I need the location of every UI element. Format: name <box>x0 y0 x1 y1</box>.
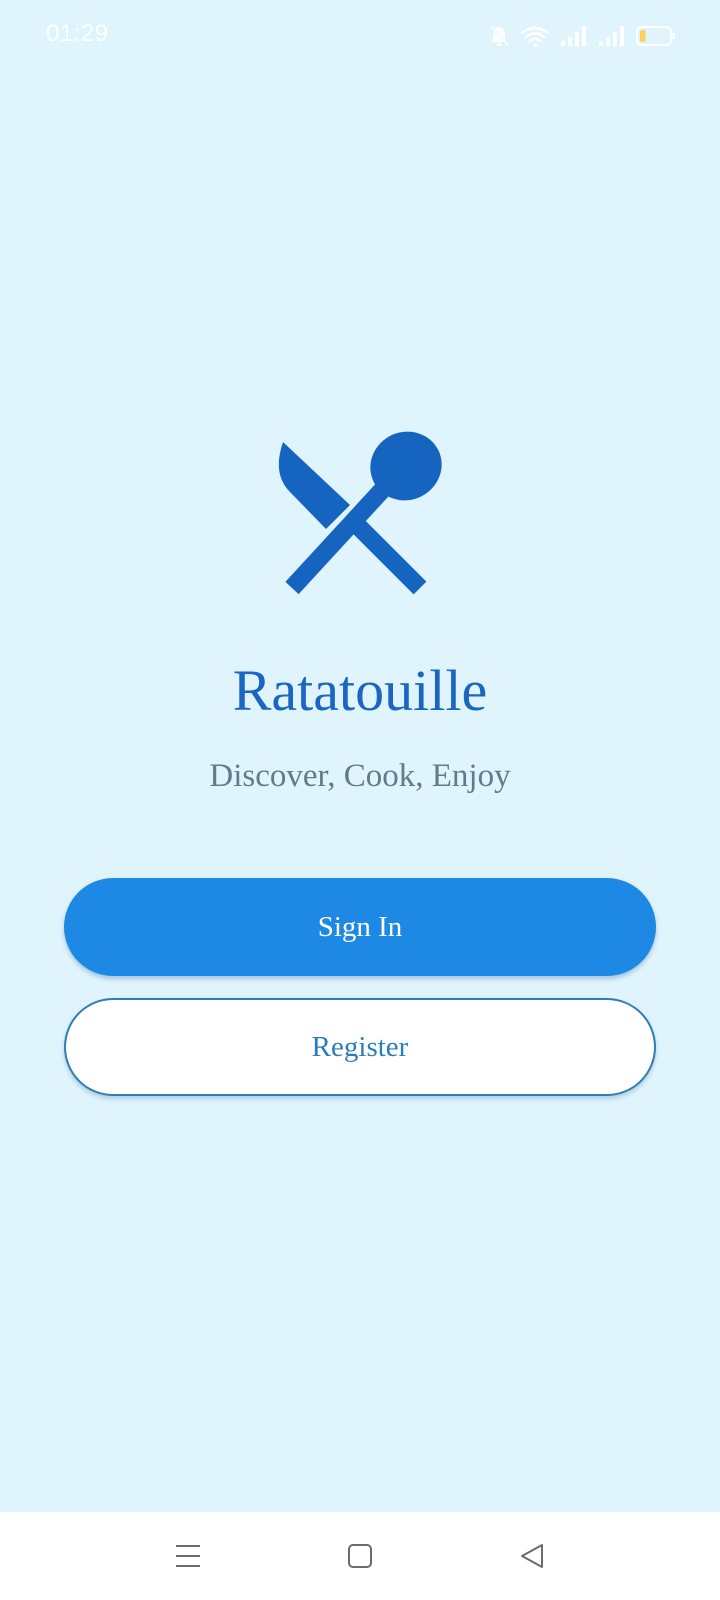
app-tagline: Discover, Cook, Enjoy <box>209 758 511 794</box>
wifi-icon <box>520 26 550 47</box>
nav-menu-button[interactable] <box>166 1534 210 1578</box>
menu-icon <box>176 1545 200 1567</box>
bell-muted-icon <box>489 25 510 47</box>
sign-in-label: Sign In <box>317 910 403 943</box>
welcome-screen: 01:29 Ratatouille Discover, Cook, Enjoy … <box>0 0 720 1512</box>
battery-icon <box>636 26 675 46</box>
register-button[interactable]: Register <box>64 998 656 1096</box>
nav-home-button[interactable] <box>338 1534 382 1578</box>
back-triangle-icon <box>521 1544 543 1568</box>
status-icons <box>488 22 676 50</box>
register-label: Register <box>311 1030 409 1063</box>
status-bar: 01:29 <box>0 0 720 72</box>
home-square-icon <box>348 1544 372 1568</box>
sign-in-button[interactable]: Sign In <box>64 878 656 976</box>
nav-back-button[interactable] <box>510 1534 554 1578</box>
signal-icon <box>599 26 624 46</box>
app-title: Ratatouille <box>232 658 488 723</box>
status-time: 01:29 <box>46 20 109 47</box>
navigation-bar <box>0 1512 720 1600</box>
signal-icon <box>561 26 586 46</box>
fork-spoon-cross-icon <box>278 431 442 595</box>
